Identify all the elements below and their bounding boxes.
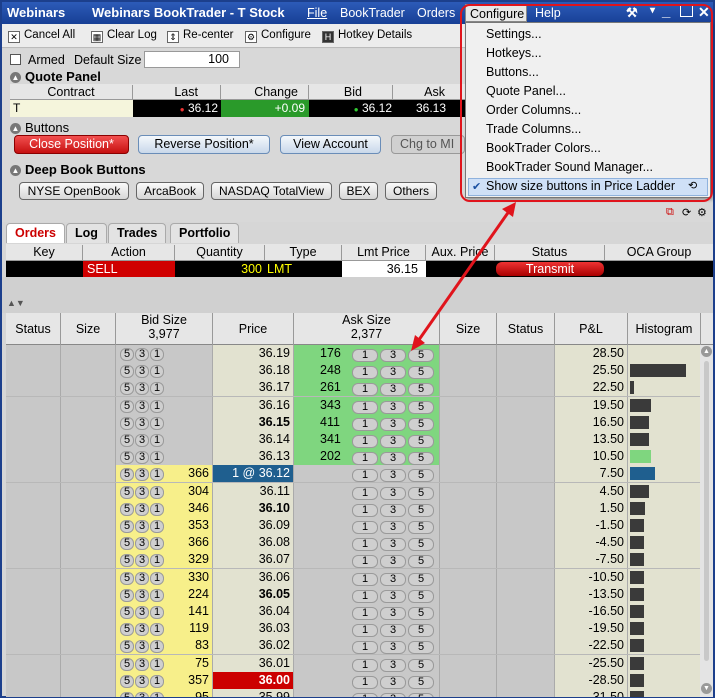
annotation-arrow [411,202,516,351]
arrow-head-top [502,202,516,217]
arrow-head-bottom [411,335,425,351]
booktrader-window: Webinars Webinars BookTrader - T Stock F… [0,0,715,698]
arrow-line [414,206,514,345]
